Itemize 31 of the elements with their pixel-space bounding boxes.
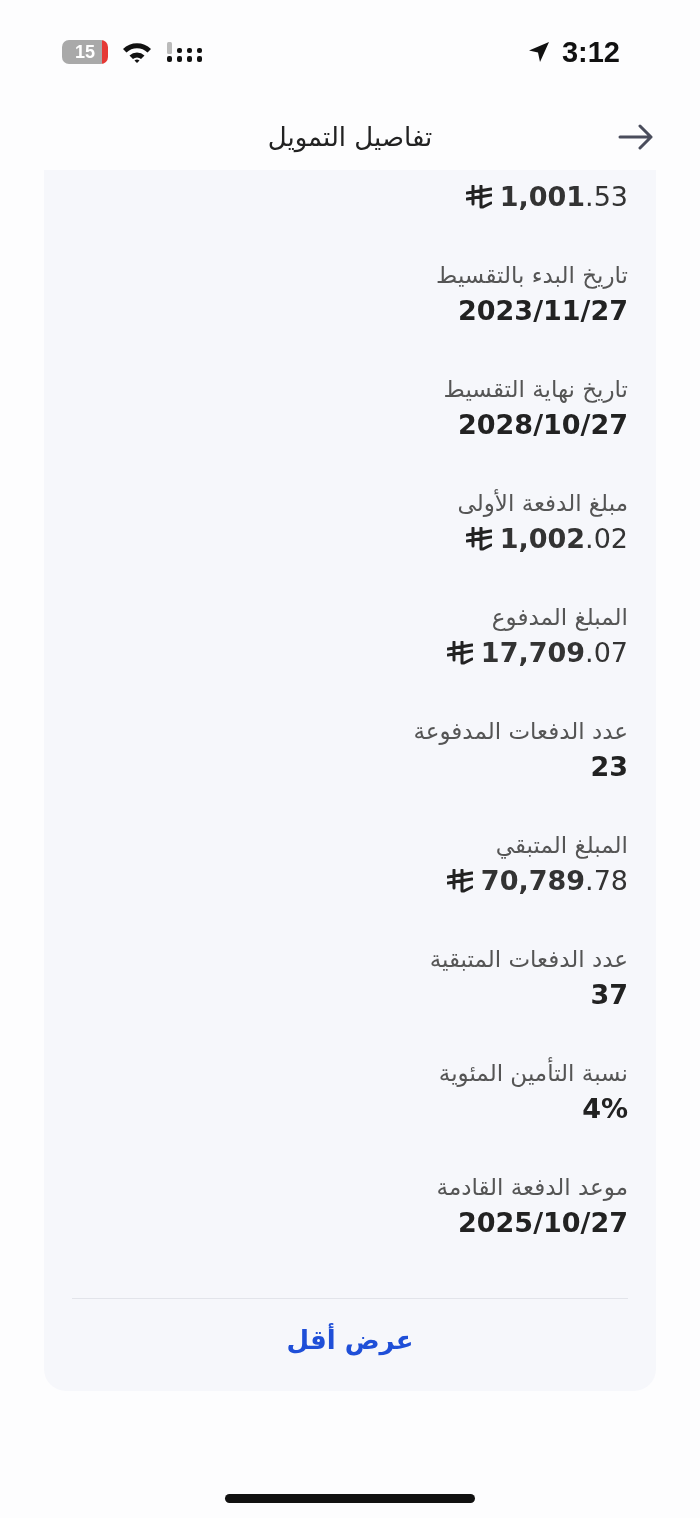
riyal-currency-icon <box>465 527 492 551</box>
detail-value: 2025/10/27 <box>458 1206 628 1240</box>
page-title: تفاصيل التمويل <box>267 122 433 152</box>
detail-label: نسبة التأمين المئوية <box>438 1056 628 1090</box>
detail-label: عدد الدفعات المتبقية <box>429 945 628 974</box>
amount-value: 70,789.78 <box>480 864 628 898</box>
detail-label: عدد الدفعات المدفوعة <box>413 717 628 747</box>
clock-time: 3:12 <box>561 35 620 69</box>
amount-value: 17,709.07 <box>480 636 628 670</box>
detail-label: المبلغ المدفوع <box>491 603 628 633</box>
detail-value: 4% <box>582 1092 628 1126</box>
detail-value: 23 <box>590 750 628 784</box>
back-arrow-icon[interactable] <box>618 124 654 150</box>
signal-icon <box>166 41 204 63</box>
riyal-currency-icon <box>446 869 473 893</box>
detail-label: تاريخ نهاية التقسيط <box>443 375 628 405</box>
show-less-button[interactable]: عرض أقل <box>274 1319 426 1361</box>
detail-label: موعد الدفعة القادمة <box>436 1173 628 1203</box>
riyal-currency-icon <box>465 185 492 209</box>
detail-value: 37 <box>590 978 628 1012</box>
amount-value: 1,001.53 <box>499 180 628 214</box>
detail-label: تاريخ البدء بالتقسيط <box>436 261 628 291</box>
battery-icon: 15 <box>62 40 108 64</box>
amount-value: 1,002.02 <box>499 522 628 556</box>
detail-value: 2023/11/27 <box>458 294 628 328</box>
riyal-currency-icon <box>446 641 473 665</box>
detail-label: المبلغ المتبقي <box>495 831 628 861</box>
detail-value: 2028/10/27 <box>458 408 628 442</box>
wifi-icon <box>122 41 152 63</box>
detail-label: مبلغ الدفعة الأولى <box>457 488 628 519</box>
location-icon <box>527 41 550 63</box>
